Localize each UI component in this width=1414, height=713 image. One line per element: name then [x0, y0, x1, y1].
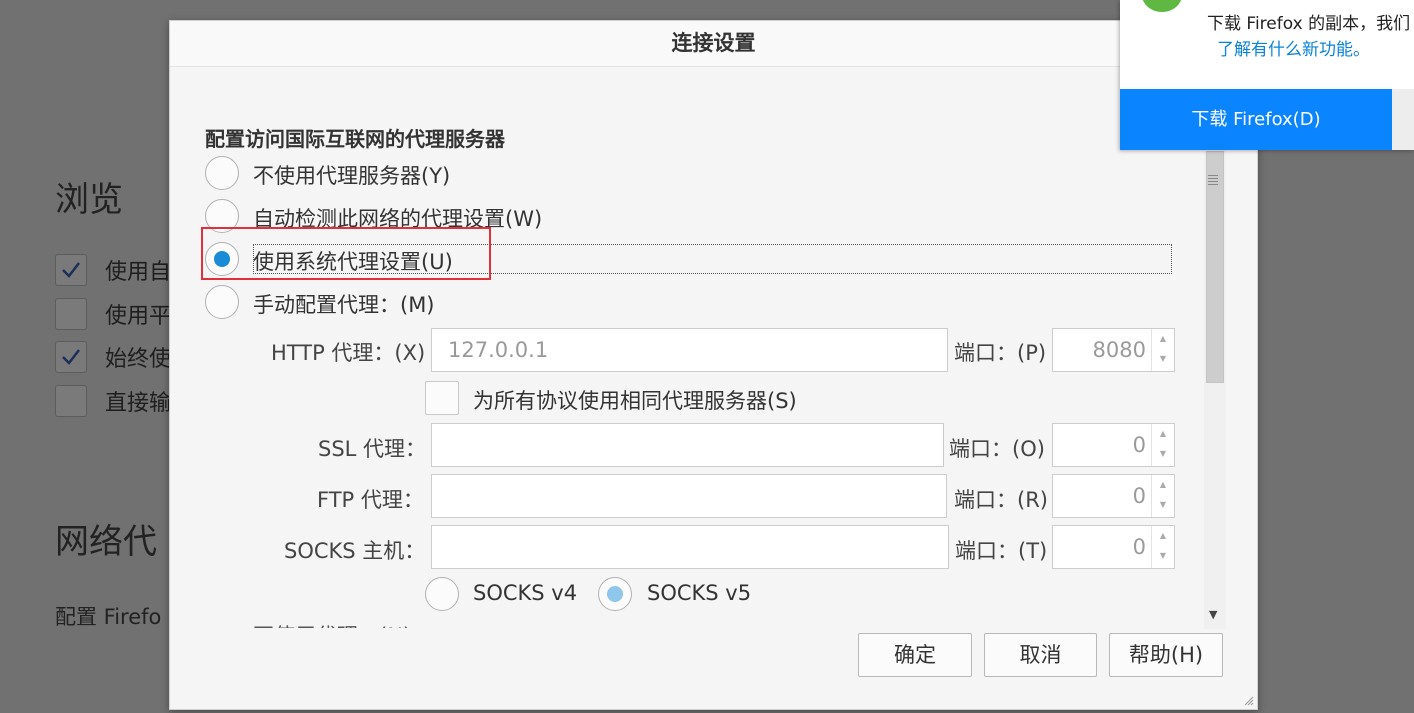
same-proxy-label[interactable]: 为所有协议使用相同代理服务器(S)	[473, 385, 797, 415]
http-port-stepper[interactable]: 8080 ▲ ▼	[1052, 328, 1175, 372]
socks-host-label: SOCKS 主机：	[284, 539, 426, 563]
spin-up-icon[interactable]: ▲	[1152, 329, 1174, 349]
ftp-proxy-label: FTP 代理：	[317, 488, 424, 512]
label-socks-v5[interactable]: SOCKS v5	[647, 581, 751, 605]
download-firefox-button[interactable]: 下载 Firefox(D)	[1120, 89, 1392, 150]
bg-checkbox-label: 使用自	[105, 260, 172, 285]
checkbox-checked-icon[interactable]	[55, 254, 87, 286]
cancel-button[interactable]: 取消	[984, 633, 1097, 677]
bg-checkbox-row-3[interactable]: 始终使	[55, 340, 171, 374]
bg-checkbox-label: 始终使	[105, 347, 172, 372]
spin-up-icon[interactable]: ▲	[1152, 424, 1174, 444]
bg-checkbox-row-4[interactable]: 直接输	[55, 384, 171, 418]
bg-checkbox-row-1[interactable]: 使用自	[55, 253, 171, 287]
socks-port-label: 端口：(T)	[955, 539, 1048, 563]
firefox-notification: 下载 Firefox 的副本，我们 了解有什么新功能。 下载 Firefox(D…	[1120, 0, 1414, 150]
dialog-title: 连接设置	[170, 21, 1257, 67]
bg-checkbox-label: 直接输	[105, 391, 172, 416]
checkbox-unchecked-icon[interactable]	[55, 385, 87, 417]
ftp-proxy-input[interactable]	[431, 474, 947, 518]
ssl-proxy-input[interactable]	[431, 423, 944, 467]
no-proxy-for-label: 不使用代理：(N)	[253, 620, 411, 628]
section-title: 配置访问国际互联网的代理服务器	[205, 127, 505, 151]
radio-socks-v4[interactable]	[425, 577, 459, 611]
spin-down-icon[interactable]: ▼	[1152, 495, 1174, 515]
highlight-box	[201, 227, 491, 280]
ok-button[interactable]: 确定	[858, 633, 972, 677]
resize-grip-icon[interactable]	[1244, 696, 1254, 706]
http-port-label: 端口：(P)	[954, 341, 1047, 365]
learn-more-link[interactable]: 了解有什么新功能。	[1217, 35, 1370, 60]
ftp-port-label: 端口：(R)	[954, 488, 1048, 512]
browse-heading: 浏览	[55, 180, 123, 220]
help-button[interactable]: 帮助(H)	[1109, 633, 1223, 677]
ssl-proxy-label: SSL 代理：	[318, 437, 427, 461]
label-manual-proxy[interactable]: 手动配置代理：(M)	[253, 289, 435, 319]
radio-manual-proxy[interactable]	[205, 285, 239, 319]
ssl-port-label: 端口：(O)	[949, 437, 1045, 461]
http-proxy-input[interactable]: 127.0.0.1	[431, 328, 948, 372]
notification-text: 下载 Firefox 的副本，我们	[1207, 14, 1411, 34]
socks-port-value: 0	[1132, 535, 1146, 559]
scroll-down-icon[interactable]: ▼	[1209, 608, 1217, 621]
same-proxy-checkbox[interactable]	[425, 381, 459, 415]
spin-down-icon[interactable]: ▼	[1152, 349, 1174, 369]
connection-settings-dialog: 连接设置 配置访问国际互联网的代理服务器 不使用代理服务器(Y) 自动检测此网络…	[169, 20, 1258, 710]
spin-up-icon[interactable]: ▲	[1152, 475, 1174, 495]
ftp-port-stepper[interactable]: 0 ▲ ▼	[1052, 474, 1175, 518]
spin-up-icon[interactable]: ▲	[1152, 526, 1174, 546]
ftp-port-value: 0	[1132, 484, 1146, 508]
bg-checkbox-row-2[interactable]: 使用平	[55, 297, 171, 331]
grip-icon	[1208, 175, 1218, 187]
dialog-content: 配置访问国际互联网的代理服务器 不使用代理服务器(Y) 自动检测此网络的代理设置…	[170, 67, 1210, 628]
socks-host-input[interactable]	[431, 525, 949, 569]
radio-socks-v5[interactable]	[598, 577, 632, 611]
ssl-port-stepper[interactable]: 0 ▲ ▼	[1052, 423, 1175, 467]
label-socks-v4[interactable]: SOCKS v4	[473, 581, 577, 605]
network-heading: 网络代	[55, 522, 157, 562]
network-description: 配置 Firefo	[55, 605, 162, 629]
firefox-logo-icon	[1142, 0, 1182, 12]
label-no-proxy[interactable]: 不使用代理服务器(Y)	[253, 160, 450, 190]
notification-secondary-button[interactable]	[1392, 89, 1414, 150]
bg-checkbox-label: 使用平	[105, 304, 172, 329]
ssl-port-value: 0	[1132, 433, 1146, 457]
checkbox-unchecked-icon[interactable]	[55, 298, 87, 330]
spin-down-icon[interactable]: ▼	[1152, 546, 1174, 566]
spin-down-icon[interactable]: ▼	[1152, 444, 1174, 464]
radio-no-proxy[interactable]	[205, 156, 239, 190]
socks-port-stepper[interactable]: 0 ▲ ▼	[1052, 525, 1175, 569]
checkbox-checked-icon[interactable]	[55, 341, 87, 373]
http-proxy-label: HTTP 代理：(X)	[271, 341, 426, 365]
http-port-value: 8080	[1092, 338, 1146, 362]
dialog-scrollbar[interactable]: ▼	[1204, 71, 1226, 629]
